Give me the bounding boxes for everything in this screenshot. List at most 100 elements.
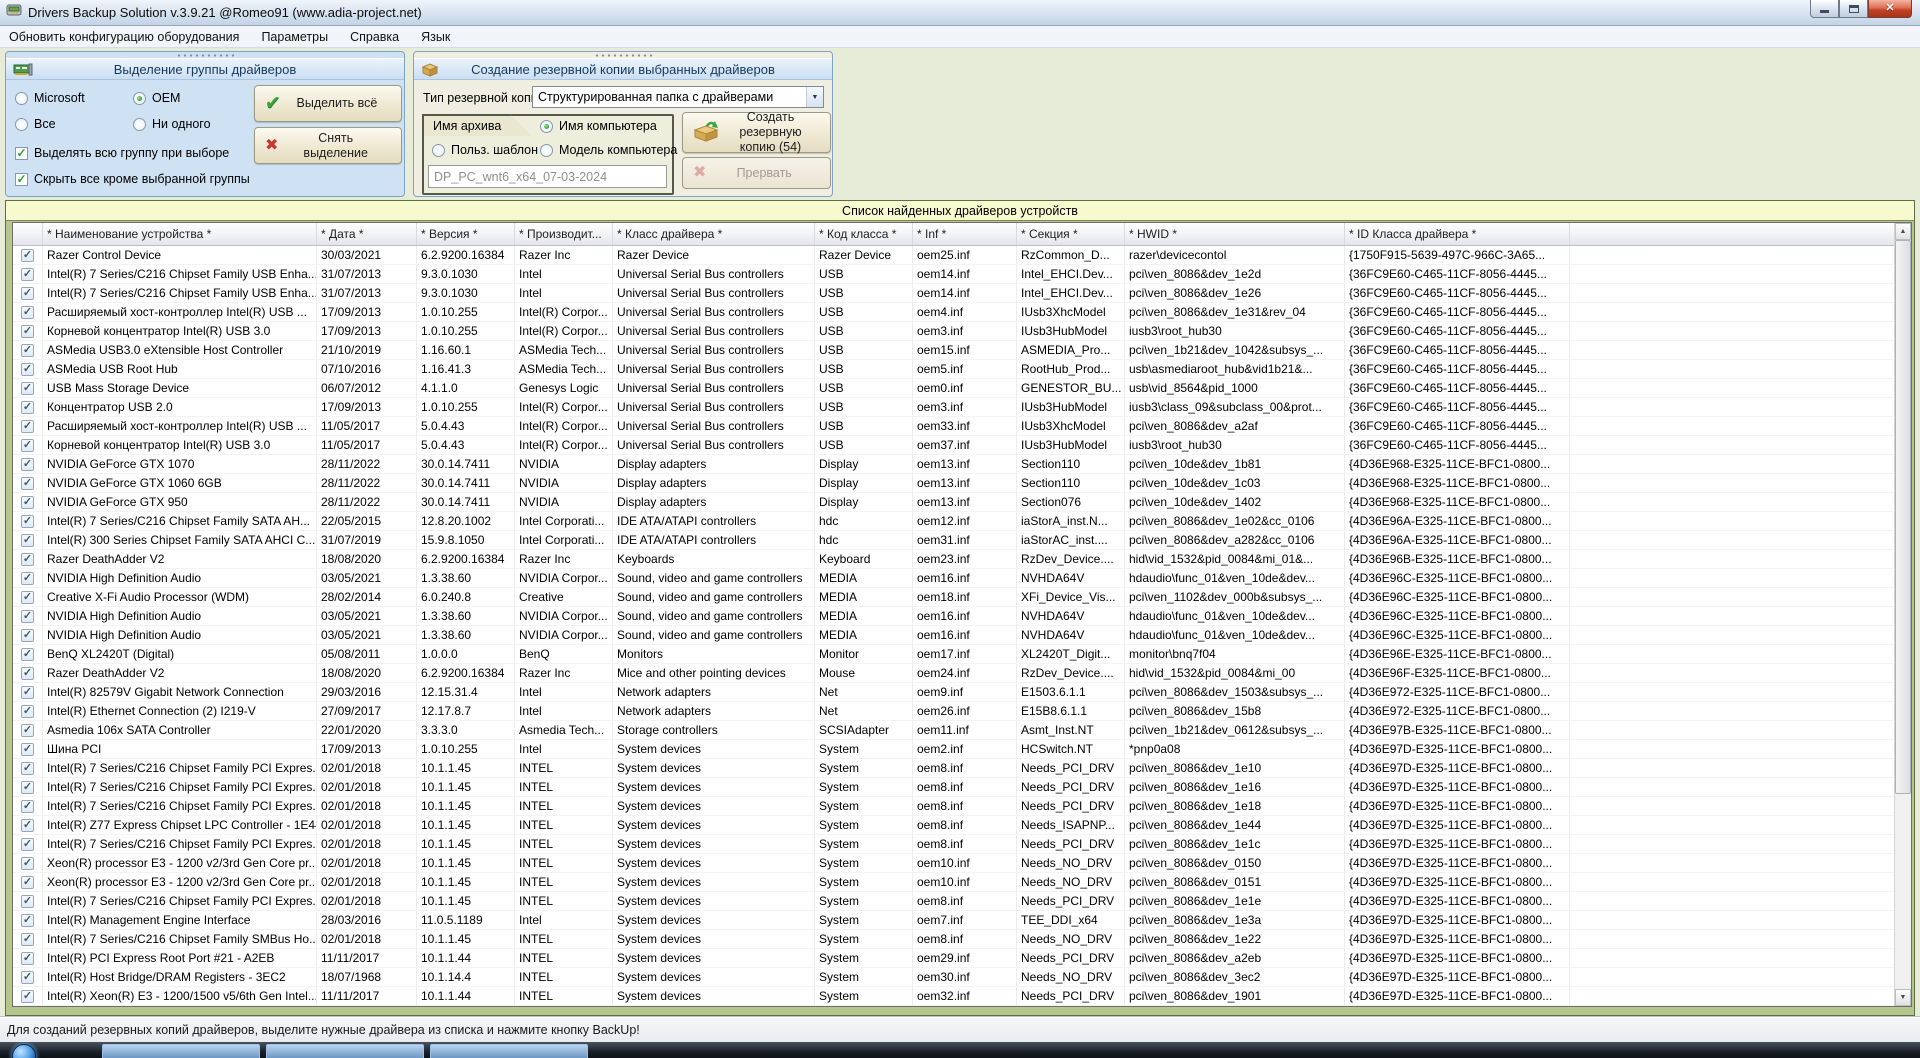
scroll-down-icon[interactable]: ▼ xyxy=(1895,989,1911,1006)
column-header-class-code[interactable]: * Код класса * xyxy=(815,223,913,245)
row-checkbox[interactable]: ✓ xyxy=(21,552,34,566)
table-row[interactable]: ✓ NVIDIA High Definition Audio 03/05/2021 1… xyxy=(13,626,1894,645)
abort-button[interactable]: ✖ Прервать xyxy=(682,157,831,189)
row-checkbox[interactable]: ✓ xyxy=(21,438,34,452)
row-checkbox[interactable]: ✓ xyxy=(21,913,34,927)
select-all-button[interactable]: ✔ Выделить всё xyxy=(254,85,402,122)
scroll-up-icon[interactable]: ▲ xyxy=(1895,223,1911,240)
menu-item[interactable]: Справка xyxy=(350,30,399,44)
table-row[interactable]: ✓ Intel(R) 7 Series/C216 Chipset Family U… xyxy=(13,284,1894,303)
table-row[interactable]: ✓ NVIDIA GeForce GTX 1060 6GB 28/11/2022 30… xyxy=(13,474,1894,493)
row-checkbox[interactable]: ✓ xyxy=(21,628,34,642)
row-checkbox[interactable]: ✓ xyxy=(21,305,34,319)
archive-name-input[interactable] xyxy=(428,165,667,188)
table-row[interactable]: ✓ Корневой концентратор Intel(R) USB 3.0 1… xyxy=(13,322,1894,341)
table-row[interactable]: ✓ Концентратор USB 2.0 17/09/2013 1.0.10.25… xyxy=(13,398,1894,417)
column-header-version[interactable]: * Версия * xyxy=(417,223,515,245)
close-button[interactable]: ✕ xyxy=(1868,0,1912,18)
table-row[interactable]: ✓ NVIDIA GeForce GTX 950 28/11/2022 30.0.14… xyxy=(13,493,1894,512)
column-header-inf[interactable]: * Inf * xyxy=(913,223,1017,245)
table-row[interactable]: ✓ Intel(R) 7 Series/C216 Chipset Family P… xyxy=(13,892,1894,911)
row-checkbox[interactable]: ✓ xyxy=(21,780,34,794)
table-row[interactable]: ✓ NVIDIA GeForce GTX 1070 28/11/2022 30.0.1… xyxy=(13,455,1894,474)
radio-computer-name[interactable]: Имя компьютера xyxy=(540,119,657,133)
deselect-button[interactable]: ✖ Снять выделение xyxy=(254,127,402,164)
table-row[interactable]: ✓ Razer Control Device 30/03/2021 6.2.9200.… xyxy=(13,246,1894,265)
menu-item[interactable]: Обновить конфигурацию оборудования xyxy=(9,30,239,44)
table-row[interactable]: ✓ ASMedia USB Root Hub 07/10/2016 1.16.41.3… xyxy=(13,360,1894,379)
backup-type-select[interactable]: Структурированная папка с драйверами ▼ xyxy=(532,86,824,108)
row-checkbox[interactable]: ✓ xyxy=(21,894,34,908)
menu-item[interactable]: Параметры xyxy=(261,30,328,44)
table-row[interactable]: ✓ Intel(R) PCI Express Root Port #21 - A2… xyxy=(13,949,1894,968)
row-checkbox[interactable]: ✓ xyxy=(21,970,34,984)
row-checkbox[interactable]: ✓ xyxy=(21,571,34,585)
panel-grip[interactable] xyxy=(176,54,234,57)
header-checkbox-column[interactable] xyxy=(13,223,43,245)
scrollbar-track[interactable] xyxy=(1895,240,1911,989)
row-checkbox[interactable]: ✓ xyxy=(21,286,34,300)
taskbar-window-button[interactable] xyxy=(266,1044,424,1058)
table-row[interactable]: ✓ Intel(R) 7 Series/C216 Chipset Family P… xyxy=(13,797,1894,816)
table-row[interactable]: ✓ Intel(R) Management Engine Interface 28/… xyxy=(13,911,1894,930)
row-checkbox[interactable]: ✓ xyxy=(21,647,34,661)
table-row[interactable]: ✓ Intel(R) Xeon(R) E3 - 1200/1500 v5/6th … xyxy=(13,987,1894,1006)
table-row[interactable]: ✓ Intel(R) 7 Series/C216 Chipset Family S… xyxy=(13,512,1894,531)
radio-oem[interactable]: OEM xyxy=(133,91,180,105)
table-row[interactable]: ✓ Asmedia 106x SATA Controller 22/01/2020 3… xyxy=(13,721,1894,740)
table-row[interactable]: ✓ Intel(R) 300 Series Chipset Family SATA… xyxy=(13,531,1894,550)
row-checkbox[interactable]: ✓ xyxy=(21,457,34,471)
radio-computer-model[interactable]: Модель компьютера xyxy=(540,143,677,157)
row-checkbox[interactable]: ✓ xyxy=(21,324,34,338)
table-row[interactable]: ✓ Xeon(R) processor E3 - 1200 v2/3rd Gen … xyxy=(13,854,1894,873)
row-checkbox[interactable]: ✓ xyxy=(21,761,34,775)
titlebar[interactable]: Drivers Backup Solution v.3.9.21 @Romeo9… xyxy=(0,0,1920,26)
row-checkbox[interactable]: ✓ xyxy=(21,818,34,832)
vertical-scrollbar[interactable]: ▲ ▼ xyxy=(1894,223,1911,1006)
row-checkbox[interactable]: ✓ xyxy=(21,723,34,737)
row-checkbox[interactable]: ✓ xyxy=(21,400,34,414)
column-header-date[interactable]: * Дата * xyxy=(317,223,417,245)
maximize-button[interactable] xyxy=(1839,0,1868,18)
table-row[interactable]: ✓ Intel(R) Host Bridge/DRAM Registers - 3… xyxy=(13,968,1894,987)
column-header-device-name[interactable]: * Наименование устройства * xyxy=(43,223,317,245)
row-checkbox[interactable]: ✓ xyxy=(21,666,34,680)
table-row[interactable]: ✓ NVIDIA High Definition Audio 03/05/2021 1… xyxy=(13,607,1894,626)
panel-grip[interactable] xyxy=(594,54,652,57)
row-checkbox[interactable]: ✓ xyxy=(21,875,34,889)
table-row[interactable]: ✓ ASMedia USB3.0 eXtensible Host Controll… xyxy=(13,341,1894,360)
row-checkbox[interactable]: ✓ xyxy=(21,362,34,376)
taskbar-window-button[interactable] xyxy=(430,1044,588,1058)
row-checkbox[interactable]: ✓ xyxy=(21,609,34,623)
row-checkbox[interactable]: ✓ xyxy=(21,381,34,395)
row-checkbox[interactable]: ✓ xyxy=(21,989,34,1003)
table-row[interactable]: ✓ Intel(R) 82579V Gigabit Network Connect… xyxy=(13,683,1894,702)
radio-none[interactable]: Ни одного xyxy=(133,117,211,131)
row-checkbox[interactable]: ✓ xyxy=(21,514,34,528)
column-header-section[interactable]: * Секция * xyxy=(1017,223,1125,245)
table-row[interactable]: ✓ Intel(R) 7 Series/C216 Chipset Family P… xyxy=(13,835,1894,854)
table-row[interactable]: ✓ Intel(R) 7 Series/C216 Chipset Family P… xyxy=(13,778,1894,797)
table-row[interactable]: ✓ BenQ XL2420T (Digital) 05/08/2011 1.0.0.0… xyxy=(13,645,1894,664)
table-row[interactable]: ✓ Xeon(R) processor E3 - 1200 v2/3rd Gen … xyxy=(13,873,1894,892)
table-row[interactable]: ✓ Creative X-Fi Audio Processor (WDM) 28/0… xyxy=(13,588,1894,607)
column-header-hwid[interactable]: * HWID * xyxy=(1125,223,1345,245)
scrollbar-thumb[interactable] xyxy=(1895,240,1911,794)
minimize-button[interactable] xyxy=(1810,0,1839,18)
table-row[interactable]: ✓ Шина PCI 17/09/2013 1.0.10.255 Intel System… xyxy=(13,740,1894,759)
table-row[interactable]: ✓ Корневой концентратор Intel(R) USB 3.0 1… xyxy=(13,436,1894,455)
table-row[interactable]: ✓ Razer DeathAdder V2 18/08/2020 6.2.9200.1… xyxy=(13,664,1894,683)
row-checkbox[interactable]: ✓ xyxy=(21,685,34,699)
row-checkbox[interactable]: ✓ xyxy=(21,343,34,357)
table-row[interactable]: ✓ Intel(R) 7 Series/C216 Chipset Family U… xyxy=(13,265,1894,284)
table-row[interactable]: ✓ Intel(R) Ethernet Connection (2) I219-V… xyxy=(13,702,1894,721)
column-header-manufacturer[interactable]: * Производит... xyxy=(515,223,613,245)
table-row[interactable]: ✓ NVIDIA High Definition Audio 03/05/2021 1… xyxy=(13,569,1894,588)
row-checkbox[interactable]: ✓ xyxy=(21,932,34,946)
taskbar-window-button[interactable] xyxy=(102,1044,260,1058)
row-checkbox[interactable]: ✓ xyxy=(21,495,34,509)
table-row[interactable]: ✓ Intel(R) 7 Series/C216 Chipset Family P… xyxy=(13,759,1894,778)
row-checkbox[interactable]: ✓ xyxy=(21,951,34,965)
row-checkbox[interactable]: ✓ xyxy=(21,419,34,433)
radio-user-template[interactable]: Польз. шаблон xyxy=(432,143,538,157)
